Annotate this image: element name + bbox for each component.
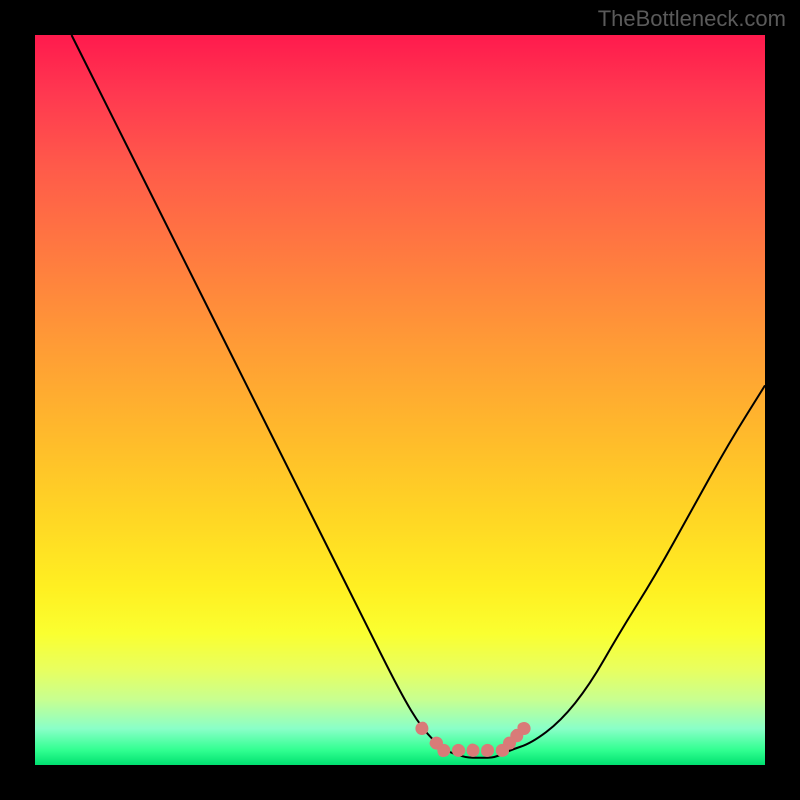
highlight-marker: [517, 722, 527, 732]
bottleneck-curve-line: [72, 35, 766, 758]
highlight-marker: [418, 722, 428, 732]
bottleneck-chart: [35, 35, 765, 765]
highlight-marker: [455, 746, 465, 756]
highlight-markers: [415, 722, 530, 757]
highlight-marker: [481, 747, 491, 757]
highlight-marker: [430, 738, 440, 748]
highlight-marker: [438, 747, 448, 757]
chart-plot-area: [35, 35, 765, 765]
watermark-text: TheBottleneck.com: [598, 6, 786, 32]
highlight-marker: [467, 743, 477, 753]
